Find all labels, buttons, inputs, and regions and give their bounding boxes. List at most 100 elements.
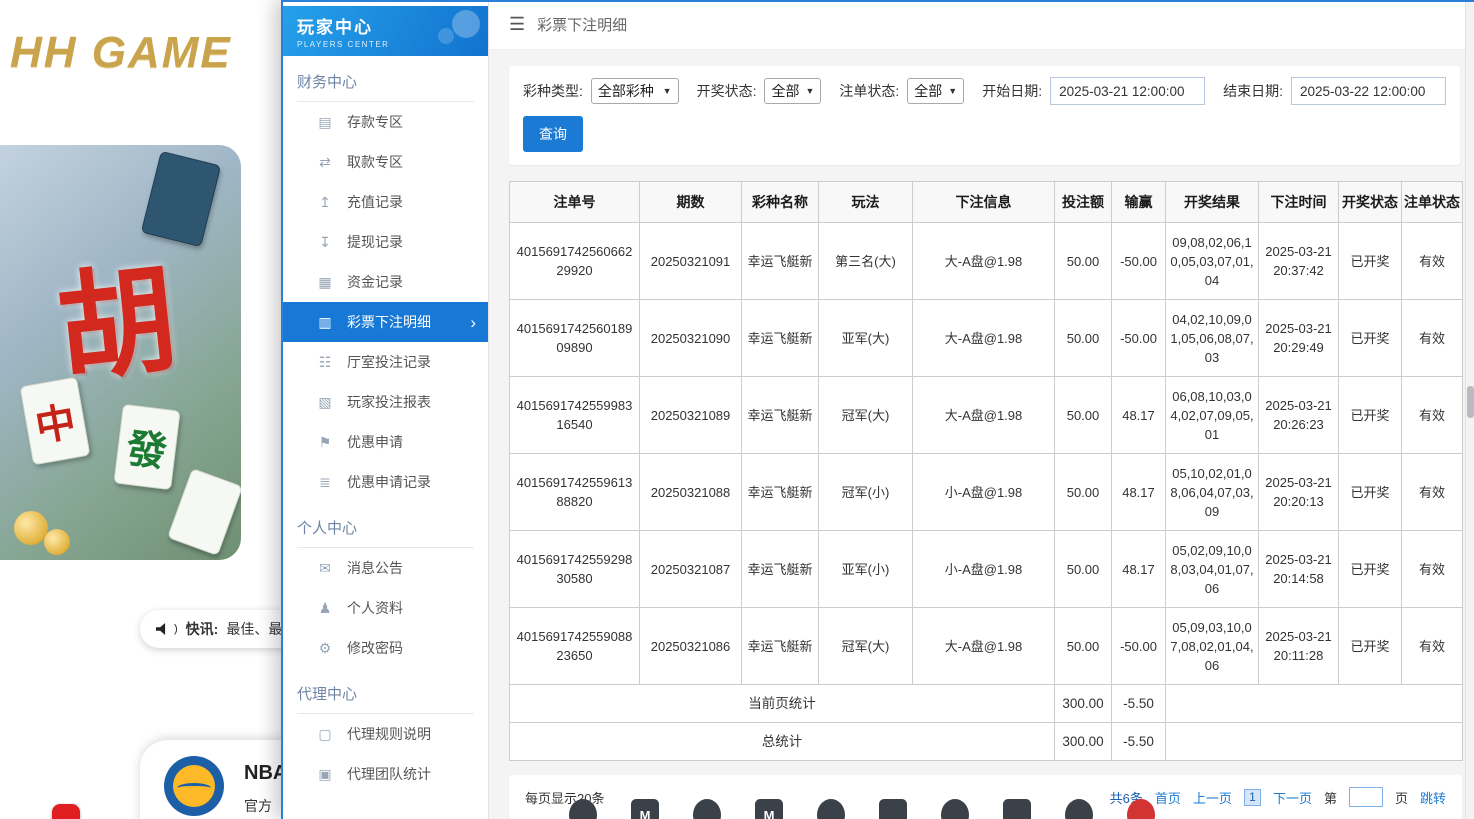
end-date-label: 结束日期: <box>1223 81 1283 101</box>
sidebar-item-deposit-zone[interactable]: ▤存款专区 <box>283 102 488 142</box>
summary-label: 当前页统计 <box>510 685 1055 723</box>
sidebar-header: 玩家中心 PLAYERS CENTER <box>283 6 488 56</box>
jump-button[interactable]: 跳转 <box>1420 788 1446 807</box>
query-button[interactable]: 查询 <box>523 116 583 152</box>
sidebar-item-agent-rules[interactable]: ▢代理规则说明 <box>283 714 488 754</box>
cell-play-type: 亚军(小) <box>819 531 913 608</box>
cell-bet-info: 大-A盘@1.98 <box>913 608 1055 685</box>
bridge-icon <box>177 783 211 793</box>
players-center-panel: 玩家中心 PLAYERS CENTER 财务中心▤存款专区⇄取款专区↥充值记录↧… <box>281 0 1465 819</box>
sidebar: 玩家中心 PLAYERS CENTER 财务中心▤存款专区⇄取款专区↥充值记录↧… <box>283 0 489 819</box>
ball-logo <box>1065 799 1093 819</box>
nba-team-logo <box>164 756 224 816</box>
cell-play-type: 冠军(大) <box>819 608 913 685</box>
cell-play-type: 冠军(小) <box>819 454 913 531</box>
speaker-wave-icon: ) <box>174 623 178 635</box>
cell-period: 20250321086 <box>640 608 742 685</box>
current-page[interactable]: 1 <box>1244 789 1261 806</box>
sidebar-item-label: 彩票下注明细 <box>347 312 431 332</box>
cell-lottery-name: 幸运飞艇新 <box>742 531 819 608</box>
hamburger-menu-icon[interactable]: ☰ <box>509 14 525 35</box>
cell-draw-status: 已开奖 <box>1339 300 1402 377</box>
withdrawal-records-icon: ↧ <box>317 234 333 251</box>
speaker-icon <box>156 623 170 635</box>
col-header-bet-status: 注单状态 <box>1402 182 1463 223</box>
cell-bet-status: 有效 <box>1402 608 1463 685</box>
start-date-input[interactable] <box>1050 77 1205 105</box>
filter-card: 彩种类型: 全部彩种 ▼ 开奖状态: 全部 ▼ 注单状态: 全部 <box>509 66 1460 165</box>
sidebar-item-profile[interactable]: ♟个人资料 <box>283 588 488 628</box>
cell-bet-no: 401569174255908823650 <box>510 608 640 685</box>
bet-status-select[interactable]: 全部 ▼ <box>907 78 964 104</box>
ticker-label: 快讯: <box>186 619 219 639</box>
sidebar-item-change-password[interactable]: ⚙修改密码 <box>283 628 488 668</box>
sidebar-item-hall-bet-records[interactable]: ☷厅室投注记录 <box>283 342 488 382</box>
sq-logo <box>1003 799 1031 819</box>
sidebar-item-announcements[interactable]: ✉消息公告 <box>283 548 488 588</box>
round-logo <box>569 799 597 819</box>
cell-draw-result: 05,09,03,10,07,08,02,01,04,06 <box>1166 608 1259 685</box>
cell-play-type: 冠军(大) <box>819 377 913 454</box>
sidebar-item-label: 代理规则说明 <box>347 724 431 744</box>
mahjong-tile-fa: 發 <box>113 404 180 490</box>
cell-draw-result: 09,08,02,06,10,05,03,07,01,04 <box>1166 223 1259 300</box>
main-area: ☰ 彩票下注明细 彩种类型: 全部彩种 ▼ 开奖状态: 全部 ▼ <box>489 0 1465 819</box>
summary-bet-amount: 300.00 <box>1055 685 1112 723</box>
service-badge[interactable] <box>52 804 80 819</box>
sidebar-item-label: 资金记录 <box>347 272 403 292</box>
scrollbar-thumb[interactable] <box>1467 386 1474 418</box>
cell-draw-result: 04,02,10,09,01,05,06,08,07,03 <box>1166 300 1259 377</box>
sidebar-item-lottery-bet-details[interactable]: ▥彩票下注明细› <box>283 302 488 342</box>
table-header-row: 注单号期数彩种名称玩法下注信息投注额输赢开奖结果下注时间开奖状态注单状态 <box>510 182 1463 223</box>
caret-down-icon: ▼ <box>948 86 957 96</box>
change-password-icon: ⚙ <box>317 640 333 657</box>
lottery-bet-details-icon: ▥ <box>317 314 333 331</box>
promo-apply-icon: ⚑ <box>317 434 333 451</box>
sidebar-title: 玩家中心 <box>297 13 488 38</box>
cell-draw-result: 06,08,10,03,04,02,07,09,05,01 <box>1166 377 1259 454</box>
col-header-bet-no: 注单号 <box>510 182 640 223</box>
col-header-bet-amount: 投注额 <box>1055 182 1112 223</box>
jump-page-input[interactable] <box>1349 787 1383 807</box>
announcements-icon: ✉ <box>317 560 333 577</box>
cell-period: 20250321091 <box>640 223 742 300</box>
cell-bet-time: 2025-03-21 20:26:23 <box>1259 377 1339 454</box>
prev-page-link[interactable]: 上一页 <box>1193 788 1232 807</box>
sidebar-item-fund-records[interactable]: ▦资金记录 <box>283 262 488 302</box>
bet-status-value: 全部 <box>914 81 942 101</box>
cell-lottery-name: 幸运飞艇新 <box>742 608 819 685</box>
col-header-bet-info: 下注信息 <box>913 182 1055 223</box>
profile-icon: ♟ <box>317 600 333 617</box>
end-date-input[interactable] <box>1291 77 1446 105</box>
m-logo: M <box>631 799 659 819</box>
table-row: 40156917425601890989020250321090幸运飞艇新亚军(… <box>510 300 1463 377</box>
cell-period: 20250321087 <box>640 531 742 608</box>
sidebar-item-player-bet-report[interactable]: ▧玩家投注报表 <box>283 382 488 422</box>
caret-down-icon: ▼ <box>805 86 814 96</box>
sidebar-item-withdrawal-records[interactable]: ↧ 提现记录 <box>283 222 488 262</box>
sidebar-item-withdraw-zone[interactable]: ⇄取款专区 <box>283 142 488 182</box>
grid-logo <box>693 799 721 819</box>
filter-row: 彩种类型: 全部彩种 ▼ 开奖状态: 全部 ▼ 注单状态: 全部 <box>523 77 1446 105</box>
cell-win-loss: 48.17 <box>1112 377 1166 454</box>
next-page-link[interactable]: 下一页 <box>1273 788 1312 807</box>
draw-status-select[interactable]: 全部 ▼ <box>764 78 821 104</box>
sidebar-item-promo-apply-records[interactable]: ≣优惠申请记录 <box>283 462 488 502</box>
sidebar-item-agent-team-stats[interactable]: ▣代理团队统计 <box>283 754 488 794</box>
vertical-scrollbar[interactable] <box>1465 0 1474 819</box>
sidebar-item-promo-apply[interactable]: ⚑优惠申请 <box>283 422 488 462</box>
table-row: 40156917425592983058020250321087幸运飞艇新亚军(… <box>510 531 1463 608</box>
lottery-type-select[interactable]: 全部彩种 ▼ <box>591 78 679 104</box>
page-title: 彩票下注明细 <box>537 14 627 35</box>
first-page-link[interactable]: 首页 <box>1155 788 1181 807</box>
agent-team-stats-icon: ▣ <box>317 766 333 783</box>
cell-bet-status: 有效 <box>1402 223 1463 300</box>
cell-bet-status: 有效 <box>1402 300 1463 377</box>
cell-lottery-name: 幸运飞艇新 <box>742 300 819 377</box>
sidebar-item-recharge-records[interactable]: ↥充值记录 <box>283 182 488 222</box>
partner-logo-strip: MM <box>569 799 1155 819</box>
hall-bet-records-icon: ☷ <box>317 354 333 371</box>
sidebar-item-label: 提现记录 <box>347 232 403 252</box>
cell-draw-status: 已开奖 <box>1339 377 1402 454</box>
cell-draw-status: 已开奖 <box>1339 531 1402 608</box>
